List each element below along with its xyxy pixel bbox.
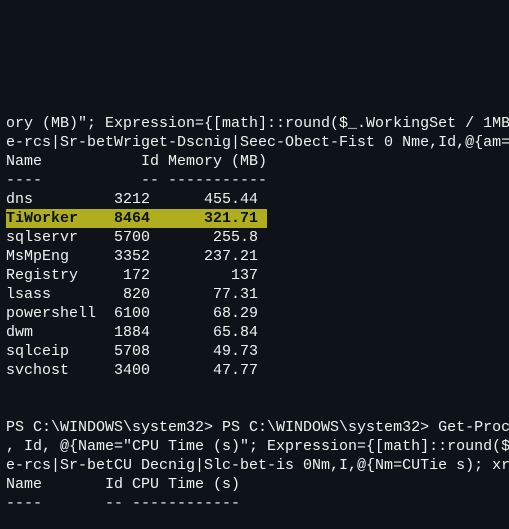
table-row: lsass 820 77.31	[6, 286, 258, 303]
table-header: Name Id CPU Time (s)	[6, 476, 240, 493]
table-row: sqlservr 5700 255.8	[6, 229, 258, 246]
table-row: sqlceip 5708 49.73	[6, 343, 258, 360]
prompt-line: PS C:\WINDOWS\system32> PS C:\WINDOWS\sy…	[6, 419, 509, 436]
table-row: TiWorker 8464 321.71	[6, 210, 267, 227]
prompt-line: e-rcs|Sr-betCU Decnig|Slc-bet-is 0Nm,I,@…	[6, 457, 509, 474]
prompt-line: , Id, @{Name="CPU Time (s)"; Expression=…	[6, 438, 509, 455]
table-row: dns 3212 455.44	[6, 191, 258, 208]
table-row: TiWorker 8464 265.38	[6, 514, 276, 529]
table-row: svchost 3400 47.77	[6, 362, 258, 379]
table-header: Name Id Memory (MB)	[6, 153, 267, 170]
table-row: Registry 172 137	[6, 267, 258, 284]
table-row: powershell 6100 68.29	[6, 305, 258, 322]
terminal-output: ory (MB)"; Expression={[math]::round($_.…	[0, 95, 509, 529]
table-row: MsMpEng 3352 237.21	[6, 248, 258, 265]
table-divider: ---- -- -----------	[6, 172, 267, 189]
table-row: dwm 1884 65.84	[6, 324, 258, 341]
cmd-line: ory (MB)"; Expression={[math]::round($_.…	[6, 115, 509, 132]
table-divider: ---- -- ------------	[6, 495, 240, 512]
cmd-line: e-rcs|Sr-betWriget-Dscnig|Seec-Obect-Fis…	[6, 134, 509, 151]
